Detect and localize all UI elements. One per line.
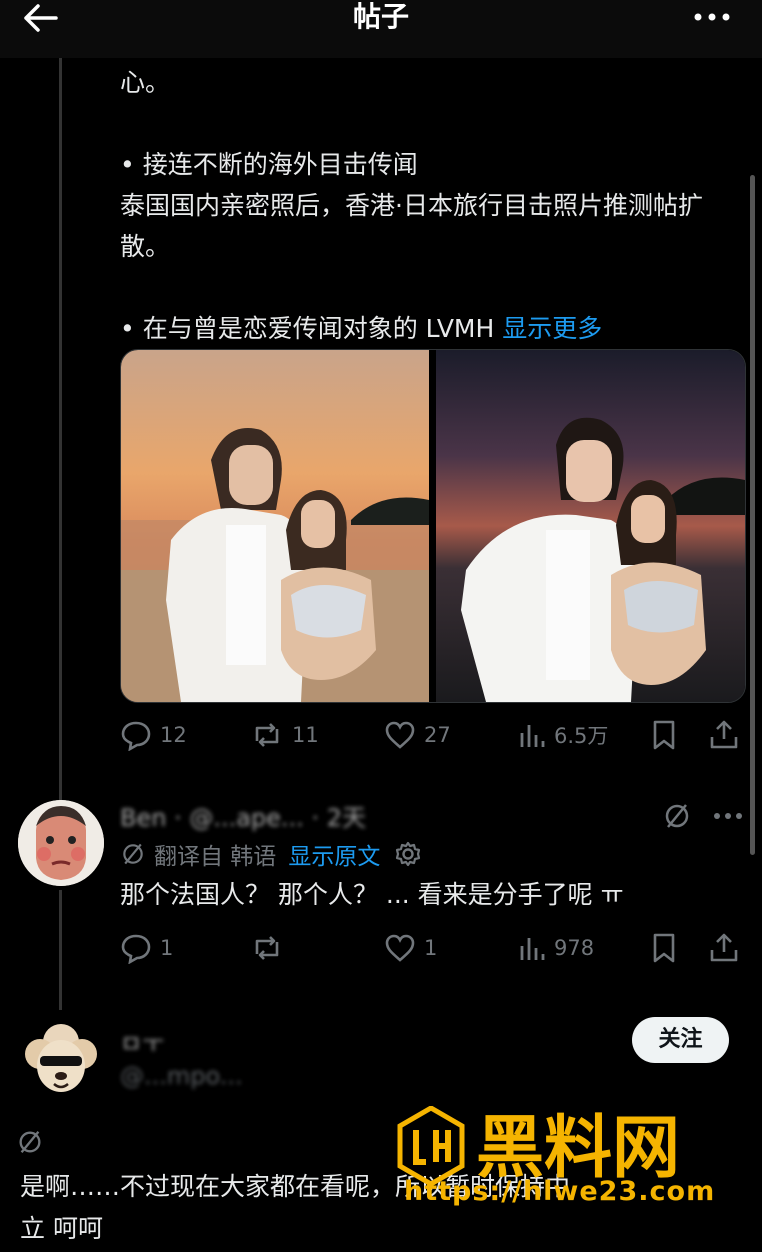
views-count: 6.5万 <box>554 724 609 748</box>
repost-button[interactable]: 11 <box>250 717 319 753</box>
thread-line <box>59 890 62 1010</box>
more-options-icon[interactable] <box>712 798 744 834</box>
views-icon <box>520 938 545 960</box>
reply-text: 那个法国人？ 那个人？ ... 看来是分手了呢 ㅠ <box>120 880 624 909</box>
like-count: 1 <box>424 936 438 960</box>
reply-author-line[interactable]: Ben · @...ape... · 2天 <box>120 798 366 833</box>
bookmark-icon <box>653 720 675 750</box>
heart-icon <box>385 934 415 962</box>
repost-icon <box>255 936 279 960</box>
post-media[interactable] <box>120 349 746 703</box>
post-actions: 12 11 27 6.5万 <box>120 717 750 753</box>
avatar[interactable] <box>18 800 104 886</box>
scrollbar[interactable] <box>750 175 755 855</box>
translation-bar: 翻译自 韩语 显示原文 <box>120 838 422 870</box>
reply-button[interactable]: 12 <box>120 717 187 753</box>
repost-count: 11 <box>292 723 319 747</box>
reply-button[interactable]: 1 <box>120 930 173 966</box>
more-options-icon[interactable] <box>692 2 736 32</box>
photo-1[interactable] <box>121 350 429 702</box>
reply-icon <box>121 721 151 751</box>
post-body: 心。 • 接连不断的海外目击传闻 泰国国内亲密照后，香港·日本旅行目击照片推测帖… <box>120 62 750 349</box>
like-count: 27 <box>424 723 451 747</box>
bookmark-button[interactable] <box>650 717 678 753</box>
watermark-logo-icon <box>397 1106 465 1186</box>
views-button[interactable]: 6.5万 <box>518 717 608 753</box>
grok-icon <box>123 843 143 865</box>
avatar[interactable] <box>18 1014 104 1100</box>
reply-icon <box>121 934 151 964</box>
views-count: 978 <box>554 936 595 960</box>
thread-line <box>59 58 62 800</box>
views-icon <box>520 725 545 747</box>
reply-author-handle[interactable]: @...mpo... <box>120 1062 243 1090</box>
follow-button[interactable]: 关注 <box>632 1017 729 1063</box>
photo-2[interactable] <box>436 350 745 702</box>
heart-icon <box>385 721 415 749</box>
repost-button[interactable] <box>250 930 284 966</box>
top-bar: 帖子 <box>0 0 762 58</box>
show-more-link[interactable]: 显示更多 <box>502 314 602 343</box>
translated-from-label: 翻译自 韩语 <box>154 844 277 870</box>
reply-count: 1 <box>160 936 174 960</box>
page-title: 帖子 <box>352 0 409 33</box>
watermark-url: https://hlwe23.com <box>404 1176 716 1207</box>
share-icon <box>710 720 738 749</box>
bookmark-button[interactable] <box>650 930 678 966</box>
share-button[interactable] <box>708 717 740 753</box>
bookmark-icon <box>653 933 675 963</box>
views-button[interactable]: 978 <box>518 930 594 966</box>
like-button[interactable]: 1 <box>384 930 437 966</box>
show-original-link[interactable]: 显示原文 <box>288 837 380 871</box>
gear-icon[interactable] <box>394 840 422 868</box>
share-icon <box>710 933 738 962</box>
repost-icon <box>255 723 279 747</box>
reply-author-name[interactable]: ㅁㅜ <box>120 1024 164 1059</box>
grok-icon[interactable] <box>16 1124 44 1160</box>
grok-icon[interactable] <box>662 798 692 834</box>
reply-actions: 1 1 978 <box>120 930 750 966</box>
share-button[interactable] <box>708 930 740 966</box>
post-text: 心。 • 接连不断的海外目击传闻 泰国国内亲密照后，香港·日本旅行目击照片推测帖… <box>120 68 703 343</box>
like-button[interactable]: 27 <box>384 717 451 753</box>
reply-count: 12 <box>160 723 187 747</box>
reply-text-line-2: 立 呵呵 <box>20 1214 103 1243</box>
